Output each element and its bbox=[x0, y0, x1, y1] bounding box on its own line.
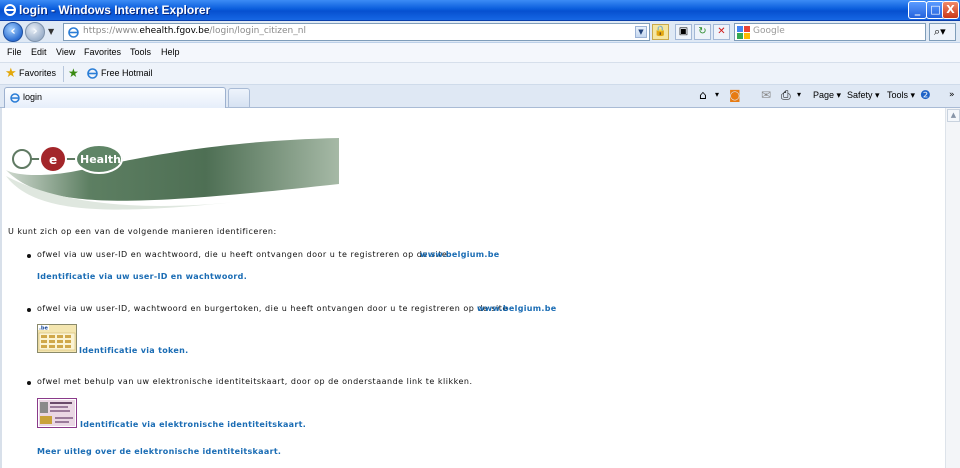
refresh-icon[interactable]: ↻ bbox=[694, 24, 711, 40]
ie-icon bbox=[4, 4, 16, 16]
eid-login-link[interactable]: Identificatie via elektronische identite… bbox=[80, 420, 306, 429]
tab-row: login ⌂ ▾ ◙ ✉ ⎙ ▾ Page ▾ Safety ▾ Tools … bbox=[0, 85, 960, 108]
compatibility-view-icon[interactable]: ▣ bbox=[675, 24, 692, 40]
menu-bar: File Edit View Favorites Tools Help bbox=[0, 43, 960, 63]
ie-page-icon bbox=[87, 68, 98, 79]
favorites-button[interactable]: Favorites bbox=[19, 68, 56, 78]
eid-card-image[interactable] bbox=[37, 398, 77, 428]
ie-page-icon bbox=[68, 27, 79, 38]
tab-label: login bbox=[23, 92, 43, 102]
menu-help[interactable]: Help bbox=[161, 47, 180, 57]
address-dropdown-icon[interactable]: ▼ bbox=[635, 26, 647, 38]
forward-button[interactable]: › bbox=[25, 22, 45, 42]
menu-file[interactable]: File bbox=[7, 47, 22, 57]
search-icon[interactable]: ⌕▾ bbox=[929, 23, 956, 41]
logo-e: e bbox=[49, 153, 57, 167]
chevron-more-icon[interactable]: » bbox=[949, 88, 955, 102]
safety-menu[interactable]: Safety ▾ bbox=[847, 90, 880, 101]
menu-edit[interactable]: Edit bbox=[31, 47, 47, 57]
feeds-icon[interactable]: ◙ bbox=[729, 88, 741, 102]
print-dropdown-icon[interactable]: ▾ bbox=[797, 88, 801, 102]
url-text: https://www.ehealth.fgov.be/login/login_… bbox=[83, 26, 306, 36]
vertical-scrollbar[interactable]: ▲ bbox=[945, 108, 960, 468]
new-tab-button[interactable] bbox=[228, 88, 250, 107]
close-button[interactable]: X bbox=[942, 1, 959, 19]
menu-favorites[interactable]: Favorites bbox=[84, 47, 121, 57]
home-icon[interactable]: ⌂ bbox=[699, 88, 707, 102]
belgium-link[interactable]: www.belgium.be bbox=[477, 304, 557, 313]
bullet bbox=[27, 254, 31, 258]
window-title: login - Windows Internet Explorer bbox=[19, 3, 211, 17]
token-login-link[interactable]: Identificatie via token. bbox=[79, 346, 188, 355]
option3-text: ofwel met behulp van uw elektronische id… bbox=[37, 377, 473, 386]
option2-text: ofwel via uw user-ID, wachtwoord en burg… bbox=[37, 304, 508, 313]
scroll-up-icon[interactable]: ▲ bbox=[947, 109, 960, 122]
ehealth-logo: e Health bbox=[6, 138, 339, 210]
home-dropdown-icon[interactable]: ▾ bbox=[715, 88, 719, 102]
add-favorite-icon[interactable]: ★ bbox=[68, 67, 79, 79]
address-input[interactable]: https://www.ehealth.fgov.be/login/login_… bbox=[63, 23, 650, 41]
google-icon bbox=[737, 26, 750, 39]
divider bbox=[63, 66, 64, 82]
print-icon[interactable]: ⎙ bbox=[781, 88, 791, 102]
favorites-bar: ★ Favorites ★ Free Hotmail bbox=[0, 63, 960, 85]
bullet bbox=[27, 308, 31, 312]
svg-text:.be: .be bbox=[39, 326, 48, 332]
tab-login[interactable]: login bbox=[4, 87, 226, 108]
recent-pages-dropdown-icon[interactable]: ▼ bbox=[48, 27, 54, 36]
userid-login-link[interactable]: Identificatie via uw user-ID en wachtwoo… bbox=[37, 272, 247, 281]
ie-page-icon bbox=[10, 93, 20, 103]
lock-icon[interactable]: 🔒 bbox=[652, 24, 669, 40]
mail-icon[interactable]: ✉ bbox=[761, 88, 771, 102]
search-input[interactable]: Google bbox=[734, 23, 926, 41]
bullet bbox=[27, 381, 31, 385]
help-icon[interactable]: ❷ bbox=[920, 88, 931, 102]
title-bar: login - Windows Internet Explorer _ □ X bbox=[0, 0, 960, 21]
search-placeholder: Google bbox=[753, 26, 785, 36]
free-hotmail-link[interactable]: Free Hotmail bbox=[101, 68, 153, 78]
page-menu[interactable]: Page ▾ bbox=[813, 90, 841, 101]
token-card-image[interactable]: .be bbox=[37, 324, 77, 353]
minimize-button[interactable]: _ bbox=[908, 1, 927, 19]
eid-more-info-link[interactable]: Meer uitleg over de elektronische identi… bbox=[37, 447, 281, 456]
menu-view[interactable]: View bbox=[56, 47, 75, 57]
belgium-link[interactable]: www.belgium.be bbox=[420, 250, 500, 259]
back-button[interactable]: ‹ bbox=[3, 22, 23, 42]
address-row: ‹ › ▼ https://www.ehealth.fgov.be/login/… bbox=[0, 21, 960, 43]
tools-menu[interactable]: Tools ▾ bbox=[887, 90, 915, 101]
logo-health: Health bbox=[80, 153, 121, 166]
intro-text: U kunt zich op een van de volgende manie… bbox=[8, 227, 277, 236]
menu-tools[interactable]: Tools bbox=[130, 47, 151, 57]
option1-text: ofwel via uw user-ID en wachtwoord, die … bbox=[37, 250, 448, 259]
stop-icon[interactable]: ✕ bbox=[713, 24, 730, 40]
favorites-star-icon[interactable]: ★ bbox=[5, 67, 17, 80]
